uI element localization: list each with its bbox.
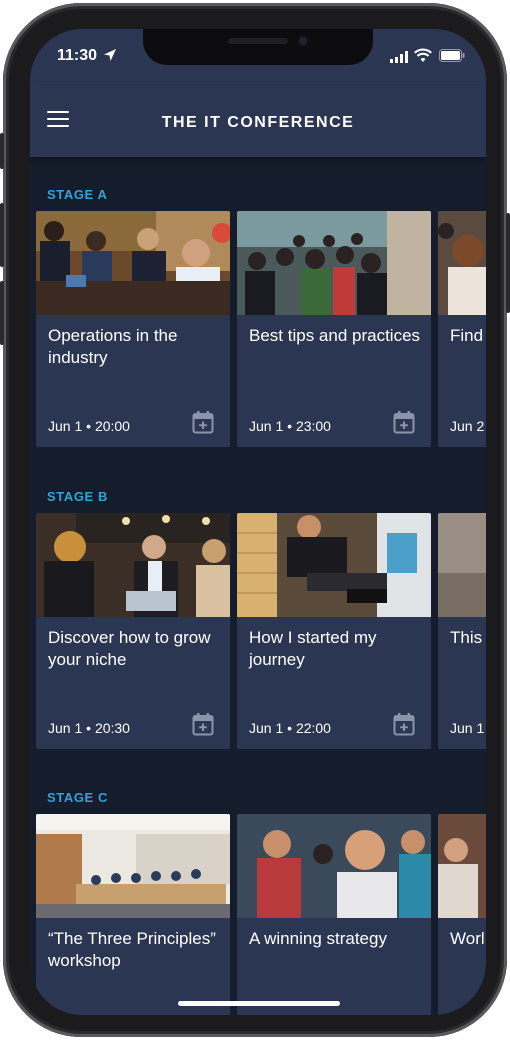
session-carousel[interactable]: Discover how to grow your niche Jun 1 • … bbox=[36, 513, 486, 749]
notch bbox=[143, 29, 373, 65]
session-datetime: Jun 1 • 22:00 bbox=[249, 720, 331, 736]
phone-frame: 11:30 THE IT CONFERENCE STAGE A Operatio… bbox=[0, 3, 510, 1037]
session-title: A winning strategy bbox=[249, 929, 387, 948]
session-photo bbox=[237, 513, 431, 617]
battery-icon bbox=[439, 49, 465, 62]
session-photo bbox=[438, 211, 486, 315]
calendar-add-icon[interactable] bbox=[192, 410, 214, 434]
session-photo bbox=[36, 814, 230, 918]
session-title: “The Three Principles” workshop bbox=[48, 929, 216, 970]
session-datetime: Jun 1 • 20:00 bbox=[48, 418, 130, 434]
front-camera bbox=[297, 35, 309, 47]
session-title: Find bbox=[450, 326, 484, 345]
session-card[interactable]: How I started my journey Jun 1 • 22:00 bbox=[237, 513, 431, 749]
session-datetime: Jun 1 • 20:30 bbox=[48, 720, 130, 736]
cellular-signal-icon bbox=[390, 51, 408, 63]
session-datetime: Jun 2 bbox=[450, 418, 485, 434]
calendar-add-icon[interactable] bbox=[393, 410, 415, 434]
session-photo bbox=[36, 513, 230, 617]
status-time: 11:30 bbox=[57, 47, 98, 64]
location-arrow-icon bbox=[104, 49, 116, 61]
home-indicator[interactable] bbox=[178, 1001, 340, 1006]
session-card[interactable]: Find Jun 2 bbox=[438, 211, 486, 447]
session-card[interactable]: Discover how to grow your niche Jun 1 • … bbox=[36, 513, 230, 749]
wifi-icon bbox=[414, 48, 432, 62]
session-title: Operations in the industry bbox=[48, 326, 178, 367]
session-datetime: Jun 1 • 23:00 bbox=[249, 418, 331, 434]
silent-switch bbox=[0, 133, 4, 169]
session-photo bbox=[438, 814, 486, 918]
session-title: Best tips and practices bbox=[249, 326, 421, 345]
app-header: THE IT CONFERENCE bbox=[30, 85, 486, 157]
calendar-add-icon[interactable] bbox=[192, 712, 214, 736]
session-photo bbox=[237, 211, 431, 315]
session-title: Discover how to grow your niche bbox=[48, 628, 211, 669]
app-title: THE IT CONFERENCE bbox=[161, 114, 355, 131]
session-photo bbox=[438, 513, 486, 617]
session-card[interactable]: Best tips and practices Jun 1 • 23:00 bbox=[237, 211, 431, 447]
session-card[interactable]: Worl over bbox=[438, 814, 486, 1015]
power-button bbox=[506, 213, 510, 313]
session-carousel[interactable]: “The Three Principles” workshop A winnin… bbox=[36, 814, 486, 1015]
session-card[interactable]: This Jun 1 bbox=[438, 513, 486, 749]
stage-title: STAGE C bbox=[47, 790, 109, 805]
session-card[interactable]: Operations in the industry Jun 1 • 20:00 bbox=[36, 211, 230, 447]
session-photo bbox=[237, 814, 431, 918]
volume-up-button bbox=[0, 203, 4, 267]
session-card[interactable]: A winning strategy bbox=[237, 814, 431, 1015]
stage-title: STAGE B bbox=[47, 489, 109, 504]
stage-title: STAGE A bbox=[47, 187, 108, 202]
session-carousel[interactable]: Operations in the industry Jun 1 • 20:00 bbox=[36, 211, 486, 447]
session-title: This bbox=[450, 628, 483, 647]
screen: 11:30 THE IT CONFERENCE STAGE A Operatio… bbox=[30, 29, 486, 1015]
session-photo bbox=[36, 211, 230, 315]
session-title: How I started my journey bbox=[249, 628, 377, 669]
calendar-add-icon[interactable] bbox=[393, 712, 415, 736]
volume-down-button bbox=[0, 281, 4, 345]
session-card[interactable]: “The Three Principles” workshop bbox=[36, 814, 230, 1015]
session-title: Worl over bbox=[450, 929, 486, 948]
session-datetime: Jun 1 bbox=[450, 720, 485, 736]
speaker bbox=[228, 38, 288, 44]
